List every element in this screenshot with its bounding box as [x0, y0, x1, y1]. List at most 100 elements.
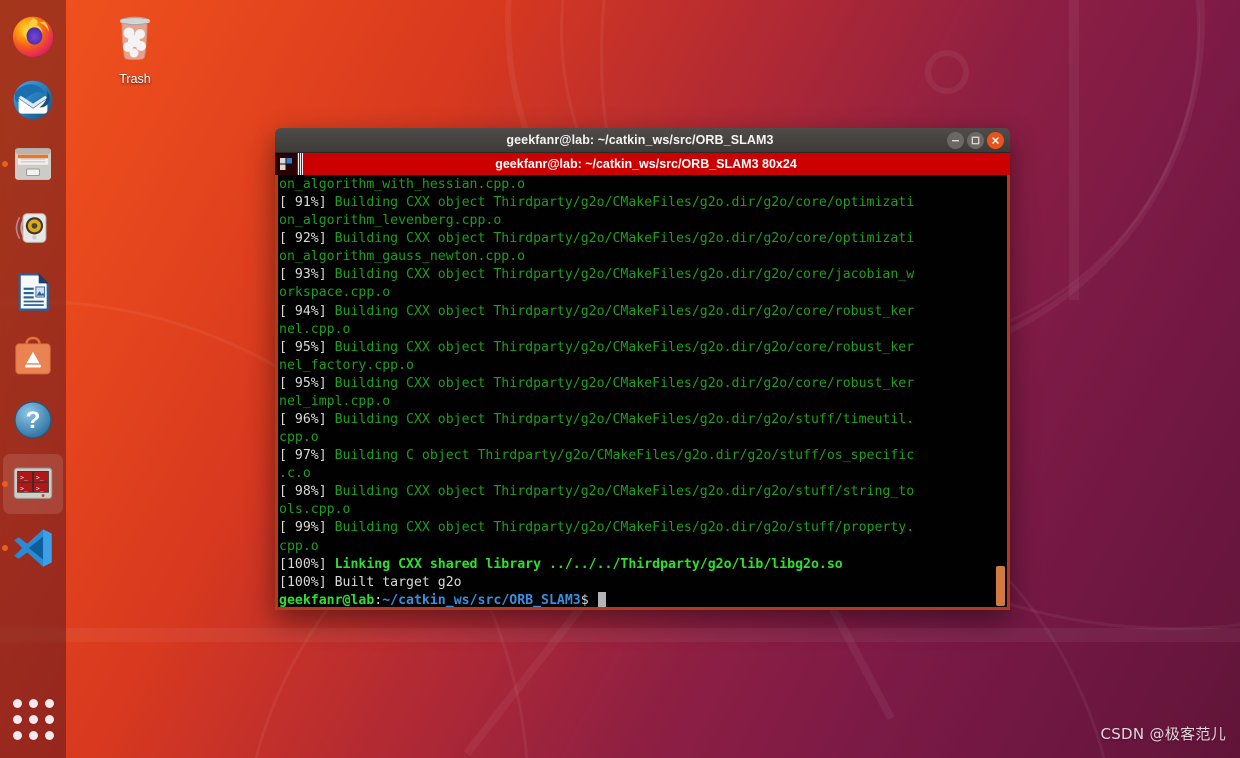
thunderbird-icon [10, 77, 56, 123]
terminal-text: [ 96%] [279, 412, 335, 428]
terminal-text: [ 95%] [279, 339, 335, 355]
help-icon: ? [10, 397, 56, 443]
terminal-text: on_algorithm_gauss_newton.cpp.o [279, 249, 526, 265]
rhythmbox-icon [10, 205, 56, 251]
terminal-output: on_algorithm_with_hessian.cpp.o [ 91%] Bu… [278, 175, 1007, 608]
terminal-text: Building CXX object Thirdparty/g2o/CMake… [334, 484, 915, 500]
terminal-tab[interactable]: geekfanr@lab: ~/catkin_ws/src/ORB_SLAM3 … [304, 153, 1010, 175]
terminal-line: [ 95%] Building CXX object Thirdparty/g2… [278, 339, 1007, 357]
terminal-text: [ 97%] [279, 448, 335, 464]
terminal-cursor [597, 591, 606, 607]
dock-item-terminal[interactable]: >_ >_ >_ >_ [0, 452, 66, 516]
terminal-line: [ 92%] Building CXX object Thirdparty/g2… [278, 230, 1007, 248]
trash-icon [112, 16, 158, 68]
terminal-text: nel_impl.cpp.o [279, 393, 391, 409]
terminal-line: [ 96%] Building CXX object Thirdparty/g2… [278, 411, 1007, 429]
apps-grid-icon [12, 698, 54, 740]
terminal-text: [ 94%] [279, 303, 335, 319]
terminal-text: [ 98%] [279, 484, 335, 500]
dock-item-help[interactable]: ? [0, 388, 66, 452]
ubuntu-software-icon [10, 333, 56, 379]
terminal-text: on_algorithm_with_hessian.cpp.o [279, 177, 526, 192]
terminal-scrollbar[interactable] [994, 175, 1007, 607]
terminal-text: orkspace.cpp.o [279, 285, 391, 301]
dock-item-files[interactable] [0, 132, 66, 196]
terminal-text: [ 95%] [279, 375, 335, 391]
desktop: ? >_ >_ >_ >_ Trash geekfanr@lab: ~/catk… [0, 0, 1240, 758]
svg-text:>_: >_ [20, 484, 28, 492]
window-controls[interactable] [947, 131, 1010, 149]
terminal-line: on_algorithm_gauss_newton.cpp.o [278, 248, 1007, 266]
terminal-text: Building CXX object Thirdparty/g2o/CMake… [334, 375, 915, 391]
terminal-line: [ 91%] Building CXX object Thirdparty/g2… [278, 194, 1007, 212]
terminal-text: Building CXX object Thirdparty/g2o/CMake… [334, 520, 915, 536]
terminal-line: cpp.o [278, 538, 1007, 556]
close-button[interactable] [987, 131, 1004, 149]
desktop-icon-trash[interactable]: Trash [98, 12, 172, 86]
terminal-text: Building CXX object Thirdparty/g2o/CMake… [334, 412, 915, 428]
svg-text:>_: >_ [36, 484, 44, 492]
terminal-tabbar[interactable]: geekfanr@lab: ~/catkin_ws/src/ORB_SLAM3 … [275, 153, 1010, 175]
terminal-window[interactable]: geekfanr@lab: ~/catkin_ws/src/ORB_SLAM3 [275, 128, 1010, 610]
dock-item-rhythmbox[interactable] [0, 196, 66, 260]
terminal-line: [100%] Built target g2o [278, 574, 1007, 592]
terminal-text: [100%] [279, 556, 335, 572]
minimize-button[interactable] [947, 131, 964, 149]
watermark: CSDN @极客范儿 [1100, 725, 1226, 743]
terminal-line: on_algorithm_levenberg.cpp.o [278, 212, 1007, 230]
maximize-button[interactable] [967, 131, 984, 149]
terminal-text: $ [580, 592, 597, 608]
terminal-line: .c.o [278, 465, 1007, 483]
window-titlebar[interactable]: geekfanr@lab: ~/catkin_ws/src/ORB_SLAM3 [275, 128, 1010, 153]
terminal-line: [ 93%] Building CXX object Thirdparty/g2… [278, 266, 1007, 284]
vscode-icon [10, 525, 56, 571]
dock-item-libreoffice[interactable] [0, 260, 66, 324]
trash-label: Trash [119, 72, 151, 86]
terminal-text: cpp.o [279, 430, 319, 446]
terminal-text: Building CXX object Thirdparty/g2o/CMake… [334, 339, 915, 355]
svg-text:>_: >_ [20, 474, 28, 482]
terminal-line: [ 99%] Building CXX object Thirdparty/g2… [278, 519, 1007, 537]
terminal-line: geekfanr@lab:~/catkin_ws/src/ORB_SLAM3$ [278, 591, 1007, 608]
dock-item-thunderbird[interactable] [0, 68, 66, 132]
terminal-text: [100%] Built target g2o [279, 574, 462, 590]
terminal-text: Building CXX object Thirdparty/g2o/CMake… [334, 195, 915, 211]
terminal-line: nel_factory.cpp.o [278, 357, 1007, 375]
libreoffice-writer-icon [10, 269, 56, 315]
terminal-icon: >_ >_ >_ >_ [10, 461, 56, 507]
terminal-text: [ 92%] [279, 231, 335, 247]
terminal-text: nel.cpp.o [279, 321, 351, 337]
running-indicator-vscode [2, 545, 8, 551]
running-indicator-files [2, 161, 8, 167]
dock-item-ubuntu-software[interactable] [0, 324, 66, 388]
tab-list-button[interactable] [275, 153, 297, 175]
terminal-line: orkspace.cpp.o [278, 284, 1007, 302]
dock-item-firefox[interactable] [0, 4, 66, 68]
dock[interactable]: ? >_ >_ >_ >_ [0, 0, 66, 758]
terminal-line: nel_impl.cpp.o [278, 393, 1007, 411]
terminal-text: geekfanr@lab [279, 592, 375, 608]
terminal-line: [100%] Linking CXX shared library ../../… [278, 556, 1007, 574]
terminal-body[interactable]: on_algorithm_with_hessian.cpp.o [ 91%] Bu… [275, 175, 1010, 610]
terminal-line: on_algorithm_with_hessian.cpp.o [278, 176, 1007, 194]
terminal-line: ols.cpp.o [278, 501, 1007, 519]
terminal-text: .c.o [279, 466, 311, 482]
firefox-icon [10, 13, 56, 59]
terminal-text: cpp.o [279, 538, 319, 554]
terminal-text: [ 99%] [279, 520, 335, 536]
terminal-text: on_algorithm_levenberg.cpp.o [279, 213, 502, 229]
show-applications-button[interactable] [0, 688, 66, 750]
terminal-scrollbar-thumb[interactable] [996, 566, 1005, 606]
dock-item-vscode[interactable] [0, 516, 66, 580]
terminal-text: Building C object Thirdparty/g2o/CMakeFi… [334, 448, 915, 464]
terminal-text: [ 91%] [279, 195, 335, 211]
tab-separator [297, 153, 304, 175]
window-title: geekfanr@lab: ~/catkin_ws/src/ORB_SLAM3 [506, 133, 774, 147]
svg-text:>_: >_ [36, 474, 44, 482]
terminal-text: nel_factory.cpp.o [279, 357, 414, 373]
terminal-text: Linking CXX shared library ../../../Thir… [334, 556, 843, 572]
terminal-line: cpp.o [278, 429, 1007, 447]
terminal-text: Building CXX object Thirdparty/g2o/CMake… [334, 267, 915, 283]
terminal-text: ~/catkin_ws/src/ORB_SLAM3 [382, 592, 581, 608]
terminal-line: [ 98%] Building CXX object Thirdparty/g2… [278, 483, 1007, 501]
